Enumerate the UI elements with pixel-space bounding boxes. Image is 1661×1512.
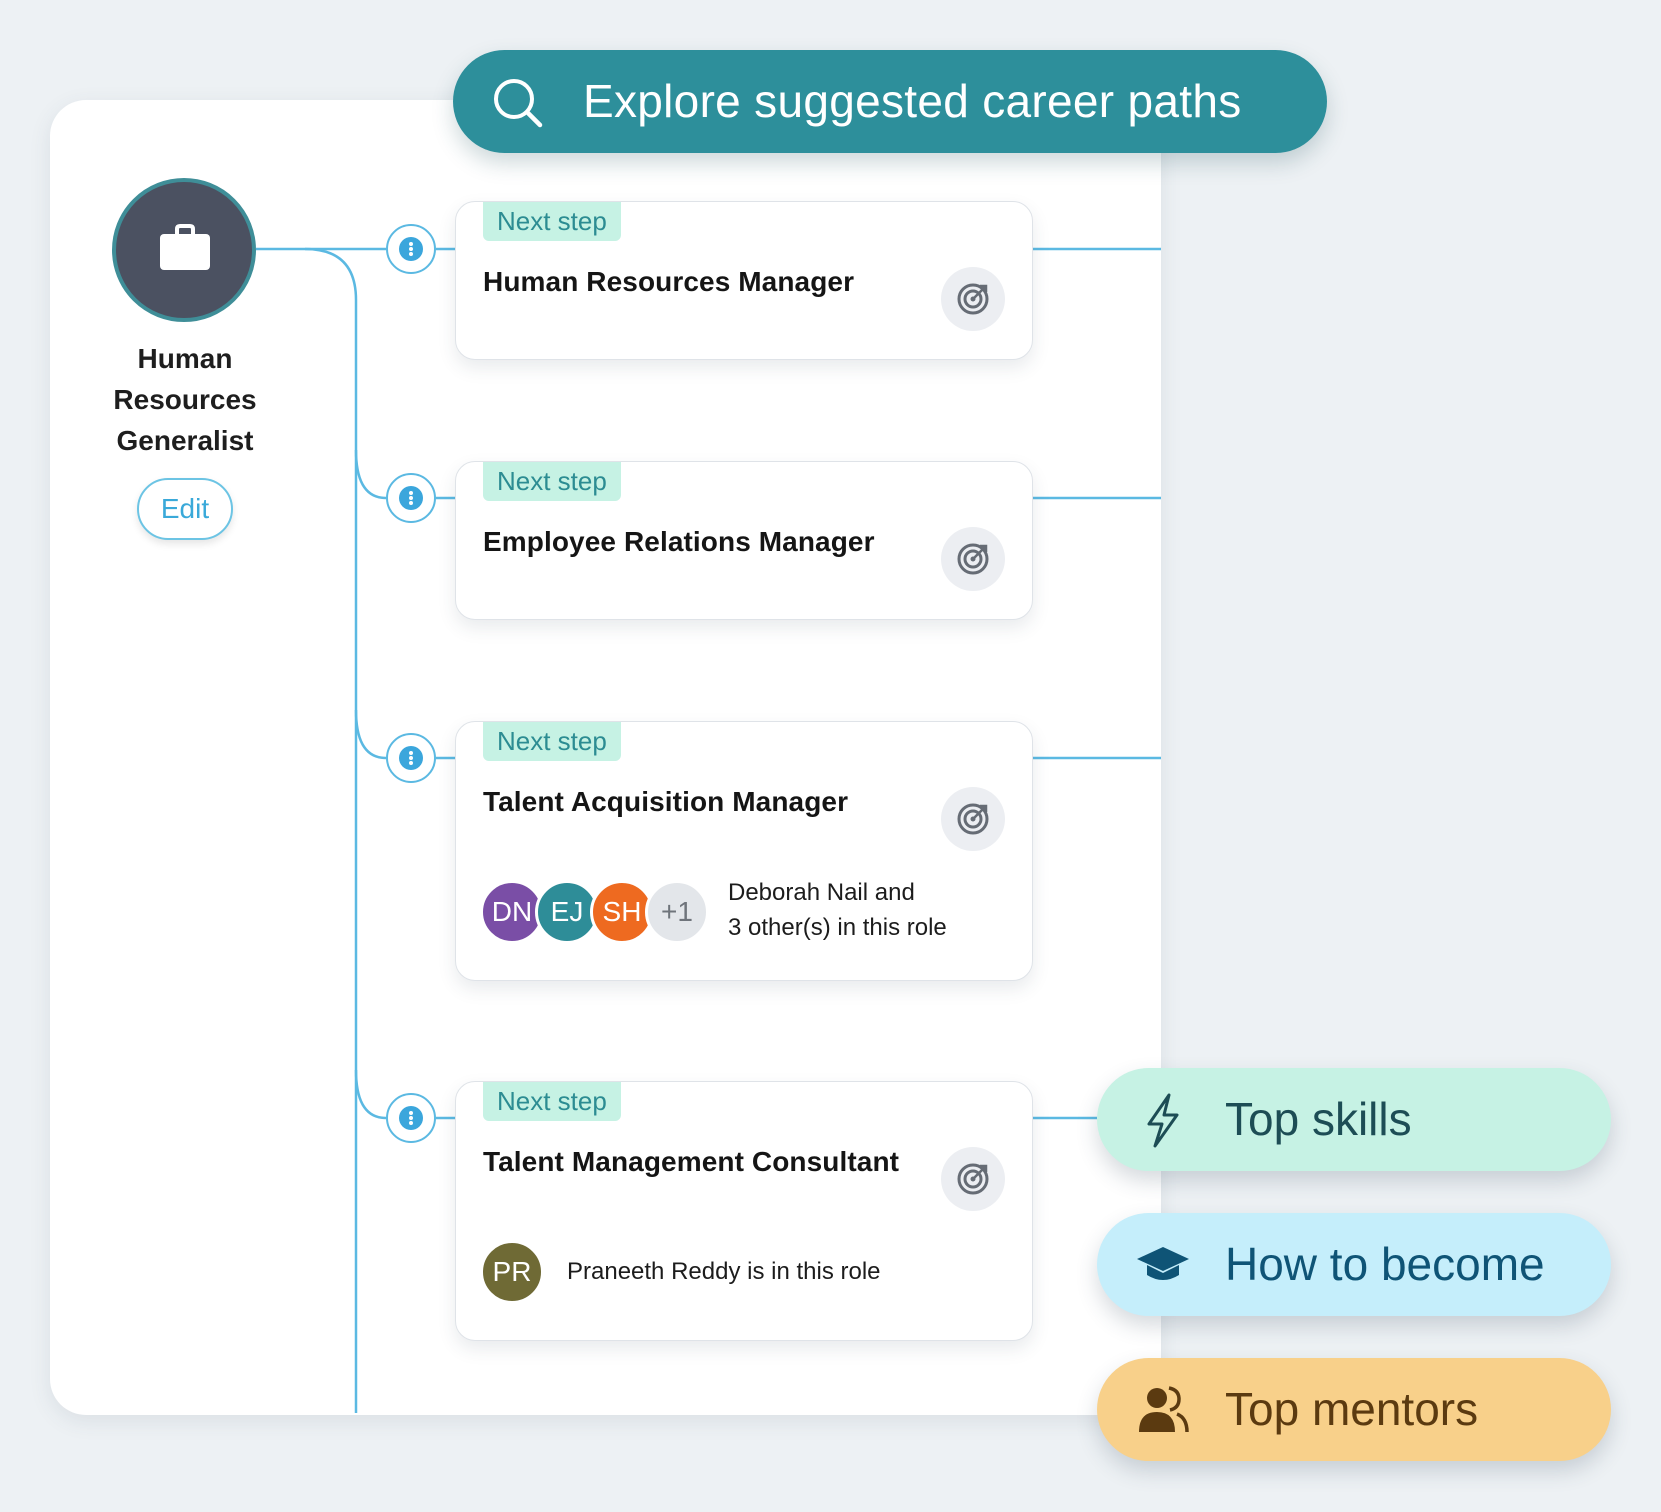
info-icon <box>399 746 423 770</box>
target-icon <box>957 283 989 315</box>
info-button-4[interactable] <box>386 1093 436 1143</box>
card-title: Human Resources Manager <box>483 266 855 297</box>
people-summary-line-1: Deborah Nail and <box>728 879 915 906</box>
avatar: PR <box>480 1240 544 1304</box>
card-title: Employee Relations Manager <box>483 526 875 557</box>
info-button-3[interactable] <box>386 733 436 783</box>
people-summary-line-1: Praneeth Reddy is in this role <box>567 1258 881 1285</box>
how-to-become-button[interactable]: How to become <box>1097 1213 1611 1316</box>
career-card-talent-acquisition-manager[interactable]: Next step Talent Acquisition Manager DN … <box>455 721 1033 981</box>
explore-career-paths-button[interactable]: Explore suggested career paths <box>453 50 1327 153</box>
set-goal-button[interactable] <box>941 1147 1005 1211</box>
card-title: Talent Acquisition Manager <box>483 786 849 817</box>
pill-label: Top skills <box>1225 1093 1412 1145</box>
pill-label: How to become <box>1225 1238 1545 1290</box>
people-summary: Praneeth Reddy is in this role <box>567 1254 881 1289</box>
target-icon <box>957 803 989 835</box>
people-summary: Deborah Nail and 3 other(s) in this role <box>728 875 947 945</box>
people-icon <box>1139 1386 1189 1433</box>
next-step-badge: Next step <box>483 1082 621 1121</box>
card-title: Talent Management Consultant <box>483 1146 900 1177</box>
pill-label: Top mentors <box>1225 1383 1479 1435</box>
career-card-employee-relations-manager[interactable]: Next step Employee Relations Manager <box>455 461 1033 620</box>
top-skills-button[interactable]: Top skills <box>1097 1068 1611 1171</box>
next-step-badge: Next step <box>483 202 621 241</box>
lightning-icon <box>1147 1093 1179 1148</box>
briefcase-icon <box>160 224 210 270</box>
avatar-overflow-count: +1 <box>645 880 709 944</box>
set-goal-button[interactable] <box>941 787 1005 851</box>
graduation-cap-icon <box>1137 1247 1189 1280</box>
edit-button[interactable]: Edit <box>137 478 233 540</box>
search-icon <box>494 79 543 128</box>
info-icon <box>399 486 423 510</box>
search-label: Explore suggested career paths <box>583 75 1242 127</box>
career-card-human-resources-manager[interactable]: Next step Human Resources Manager <box>455 201 1033 360</box>
info-button-1[interactable] <box>386 224 436 274</box>
target-icon <box>957 543 989 575</box>
current-role: Human Resources Generalist <box>112 178 258 456</box>
info-icon <box>399 1106 423 1130</box>
current-role-avatar <box>112 178 256 322</box>
info-button-2[interactable] <box>386 473 436 523</box>
info-icon <box>399 237 423 261</box>
people-summary-line-2: 3 other(s) in this role <box>728 914 947 941</box>
set-goal-button[interactable] <box>941 527 1005 591</box>
set-goal-button[interactable] <box>941 267 1005 331</box>
target-icon <box>957 1163 989 1195</box>
next-step-badge: Next step <box>483 462 621 501</box>
top-mentors-button[interactable]: Top mentors <box>1097 1358 1611 1461</box>
next-step-badge: Next step <box>483 722 621 761</box>
current-role-name: Human Resources Generalist <box>113 343 257 456</box>
career-card-talent-management-consultant[interactable]: Next step Talent Management Consultant P… <box>455 1081 1033 1341</box>
